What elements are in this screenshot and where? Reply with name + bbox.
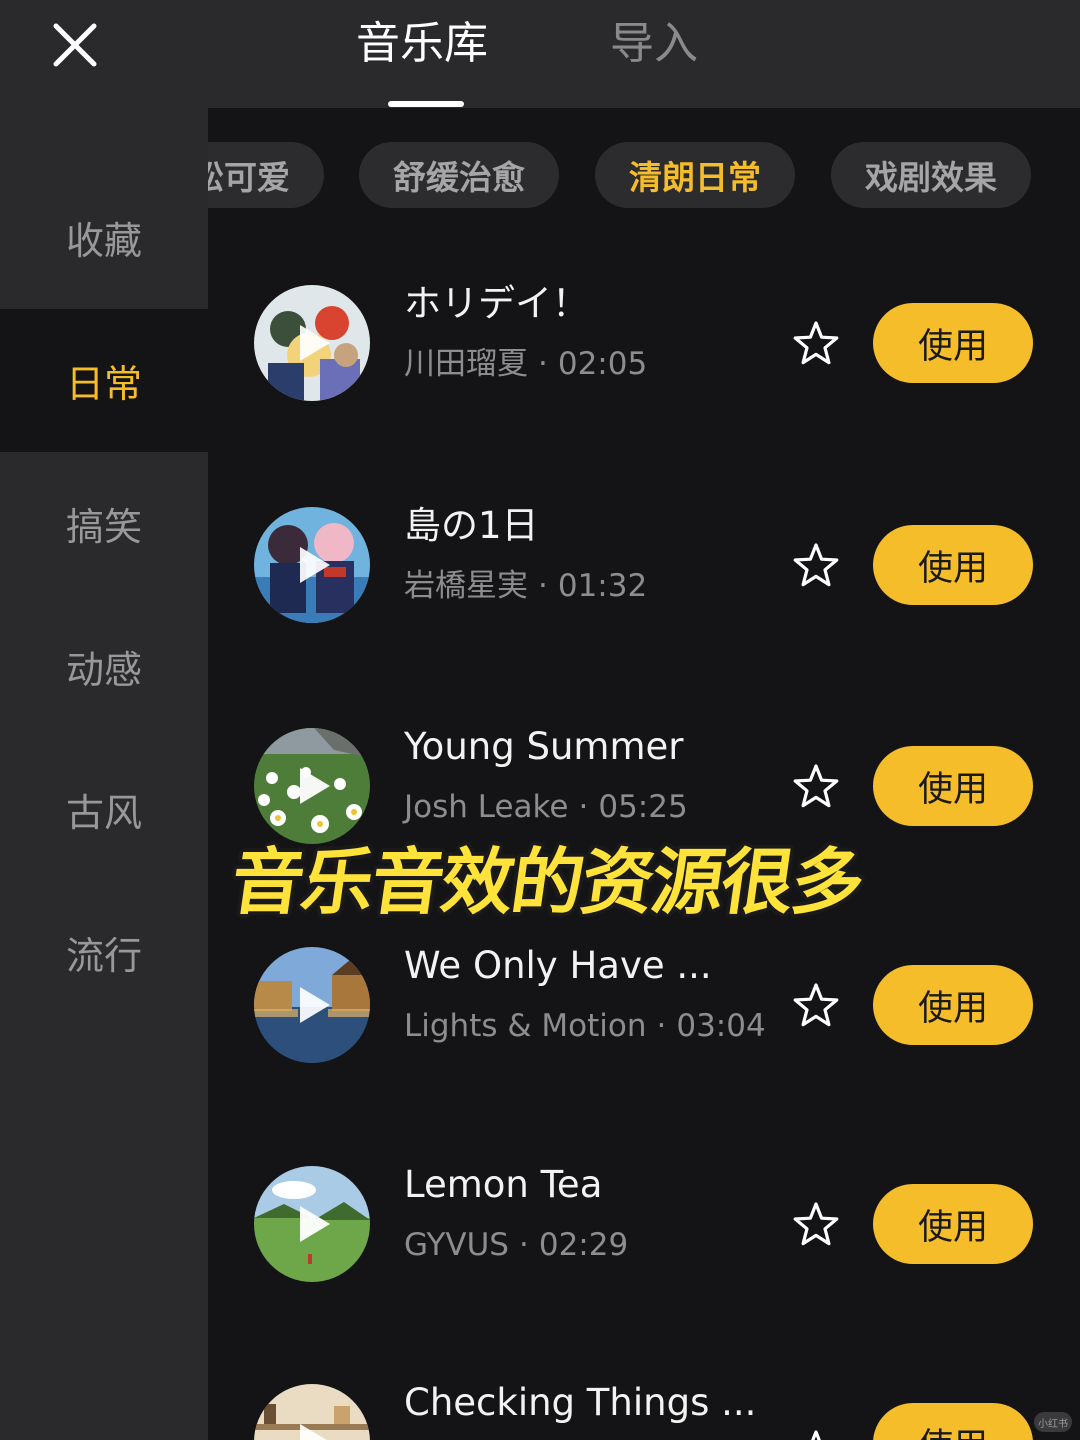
track-duration: 01:32 xyxy=(557,568,648,604)
meta-separator: · xyxy=(538,346,548,382)
anime-schoolgirls-cover[interactable] xyxy=(254,507,370,623)
track-title: ホリデイ！ xyxy=(404,282,589,325)
meta-separator: · xyxy=(578,789,589,825)
canal-town-cover[interactable] xyxy=(254,947,370,1063)
kitchen-shelf-cover[interactable] xyxy=(254,1384,370,1440)
close-icon[interactable] xyxy=(48,18,102,72)
tab-import[interactable]: 导入 xyxy=(610,14,698,74)
track-title: Young Summer xyxy=(404,725,684,768)
use-button[interactable]: 使用 xyxy=(873,965,1033,1045)
star-icon[interactable] xyxy=(792,982,840,1030)
track-artist: 岩橋星実 xyxy=(404,568,528,604)
meta-separator: · xyxy=(538,568,548,604)
daisy-field-cover[interactable] xyxy=(254,728,370,844)
active-tab-indicator xyxy=(388,101,464,107)
track-artist: 川田瑠夏 xyxy=(404,346,528,382)
use-button[interactable]: 使用 xyxy=(873,1184,1033,1264)
track-meta: Josh Leake · 05:25 xyxy=(404,785,688,829)
track-duration: 02:05 xyxy=(557,346,648,382)
star-icon[interactable] xyxy=(792,1429,840,1440)
track-meta: 岩橋星実 · 01:32 xyxy=(404,564,647,608)
watermark-badge: 小红书 xyxy=(1034,1412,1072,1432)
top-bar: 音乐库 导入 xyxy=(0,0,1080,108)
track-artist: Josh Leake xyxy=(404,789,569,825)
sidebar-item-funny[interactable]: 搞笑 xyxy=(0,452,208,595)
sidebar-item-pop[interactable]: 流行 xyxy=(0,881,208,1024)
chip-soothing[interactable]: 舒缓治愈 xyxy=(359,142,559,208)
meta-separator: · xyxy=(519,1227,529,1263)
track-title: We Only Have ... xyxy=(404,944,712,987)
track-artist: GYVUS xyxy=(404,1227,509,1263)
chip-bright-daily[interactable]: 清朗日常 xyxy=(595,142,795,208)
music-list-panel: 松可爱 舒缓治愈 清朗日常 戏剧效果 ホリデイ！ 川田瑠夏·02:05 使用 xyxy=(208,108,1080,1440)
track-duration: 05:25 xyxy=(598,789,688,825)
track-meta: GYVUS · 02:29 xyxy=(404,1223,628,1267)
sidebar-item-favorites[interactable]: 收藏 xyxy=(0,166,208,309)
use-button[interactable]: 使用 xyxy=(873,303,1033,383)
anime-girls-cover[interactable] xyxy=(254,285,370,401)
track-title: Checking Things ... xyxy=(404,1381,757,1424)
star-icon[interactable] xyxy=(792,763,840,811)
track-duration: 03:04 xyxy=(676,1008,766,1044)
track-row[interactable]: ホリデイ！ 川田瑠夏 · 02:05 使用 xyxy=(208,278,1080,408)
star-icon[interactable] xyxy=(792,542,840,590)
sidebar-item-ancient[interactable]: 古风 xyxy=(0,738,208,881)
chip-dramatic[interactable]: 戏剧效果 xyxy=(831,142,1031,208)
overlay-caption: 音乐音效的资源很多 xyxy=(226,840,868,924)
category-sidebar: 收藏 日常 搞笑 动感 古风 流行 xyxy=(0,108,208,1440)
track-title: Lemon Tea xyxy=(404,1163,603,1206)
tab-music-library[interactable]: 音乐库 xyxy=(356,14,488,74)
use-button[interactable]: 使用 xyxy=(873,525,1033,605)
track-artist: Lights & Motion xyxy=(404,1008,647,1044)
track-row[interactable]: Young Summer Josh Leake · 05:25 使用 xyxy=(208,721,1080,851)
track-row[interactable]: 島の1日 岩橋星実 · 01:32 使用 xyxy=(208,500,1080,630)
meta-separator: · xyxy=(656,1008,667,1044)
star-icon[interactable] xyxy=(792,320,840,368)
use-button[interactable]: 使用 xyxy=(873,1403,1033,1440)
track-row[interactable]: We Only Have ... Lights & Motion · 03:04 使… xyxy=(208,940,1080,1070)
sidebar-item-daily[interactable]: 日常 xyxy=(0,309,208,452)
green-meadow-cover[interactable] xyxy=(254,1166,370,1282)
track-row[interactable]: Lemon Tea GYVUS · 02:29 使用 xyxy=(208,1159,1080,1289)
subcategory-chips: 松可爱 舒缓治愈 清朗日常 戏剧效果 xyxy=(208,142,1080,210)
track-row[interactable]: Checking Things ... 使用 xyxy=(208,1377,1080,1440)
sidebar-item-dynamic[interactable]: 动感 xyxy=(0,595,208,738)
track-meta: Lights & Motion · 03:04 xyxy=(404,1004,766,1048)
track-meta: 川田瑠夏 · 02:05 xyxy=(404,342,647,386)
star-icon[interactable] xyxy=(792,1201,840,1249)
use-button[interactable]: 使用 xyxy=(873,746,1033,826)
chip-cute[interactable]: 松可爱 xyxy=(208,142,324,208)
track-duration: 02:29 xyxy=(538,1227,629,1263)
track-title: 島の1日 xyxy=(404,504,539,547)
